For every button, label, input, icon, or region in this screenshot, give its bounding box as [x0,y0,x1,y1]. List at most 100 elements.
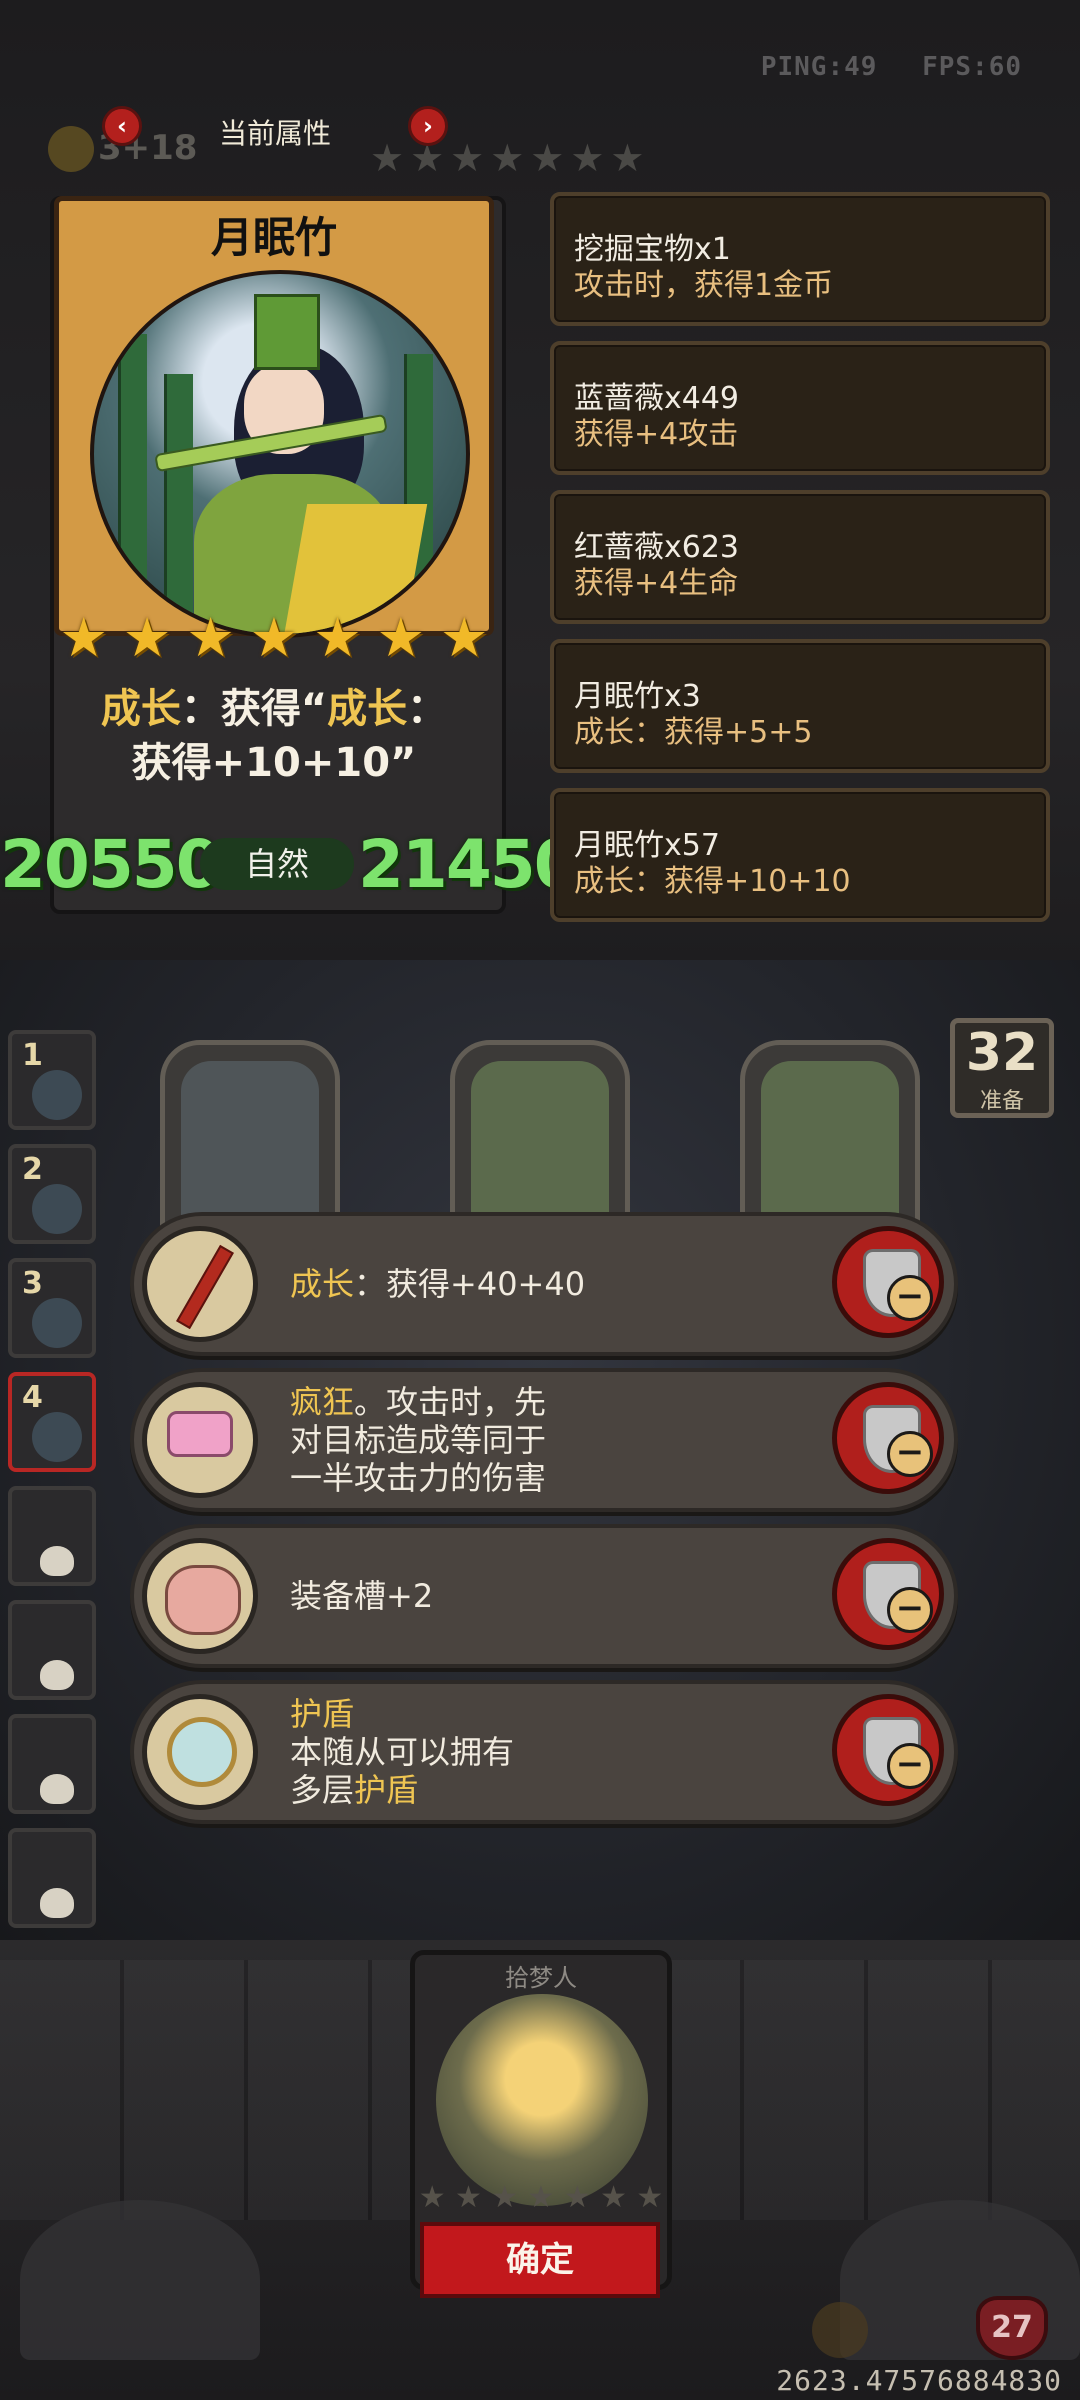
star-icon: ★ [122,606,172,669]
equipment-text: 疯狂。攻击时，先 对目标造成等同于 一半攻击力的伤害 [290,1372,546,1508]
buff-effect: 成长：获得+5+5 [574,715,813,750]
hero-description: 成长：获得“成长： 获得+10+10” [60,682,488,790]
equipment-desc: 装备槽+2 [290,1577,434,1615]
lives-heart: 27 [976,2296,1048,2360]
buff-effect: 成长：获得+10+10 [574,864,851,899]
attack-value: 20550 [0,826,222,903]
equipment-keyword: 疯狂 [290,1383,355,1421]
buff-effect: 攻击时，获得1金币 [574,268,834,303]
slot-number: 2 [22,1152,43,1187]
bamboo-stalk [118,334,147,634]
team-slot-3[interactable]: 3 [8,1258,96,1358]
desc-text: ：获得“ [180,686,328,732]
hero-star-rating: ★ ★ ★ ★ ★ ★ ★ [52,606,496,669]
equipment-row-shield[interactable]: 护盾 本随从可以拥有 多层护盾 − [130,1680,958,1824]
equipment-desc: 对目标造成等同于 [290,1421,547,1459]
deck-card-art [471,1061,609,1219]
buff-card[interactable]: 红蔷薇x623 获得+4生命 [550,490,1050,624]
hero-portrait [90,270,470,638]
buff-effect: 获得+4生命 [574,566,739,601]
buff-card[interactable]: 月眠竹x3 成长：获得+5+5 [550,639,1050,773]
deck-card[interactable] [160,1040,340,1240]
star-icon: ★ [186,606,235,669]
selected-unit-stars: ★ ★ ★ ★ ★ ★ ★ [418,2180,664,2215]
star-icon: ★ [376,606,426,669]
deck-count-label: 准备 [979,1089,1024,1114]
empty-slot[interactable] [8,1486,96,1586]
remove-equipment-button[interactable]: − [832,1538,944,1650]
slot-portrait [32,1412,82,1462]
hammer-icon [142,1382,258,1498]
deck-card-art [181,1061,319,1219]
skull-icon [40,1546,74,1576]
next-page-button[interactable]: › [408,106,448,146]
sword-icon[interactable] [812,2302,868,2358]
star-icon: ★ [440,606,489,669]
deck-count-number: 32 [965,1023,1039,1083]
hero-name: 月眠竹 [210,213,337,262]
slot-portrait [32,1298,82,1348]
remove-equipment-button[interactable]: − [832,1382,944,1494]
deck-card[interactable] [450,1040,630,1240]
equipment-keyword: 成长 [290,1265,355,1303]
empty-slot[interactable] [8,1714,96,1814]
slot-number: 3 [22,1266,43,1301]
star-icon: ★ [313,606,362,669]
equipment-desc: 本随从可以拥有 [290,1733,515,1771]
equipment-text: 装备槽+2 [290,1528,433,1664]
equipment-row-growth[interactable]: 成长：获得+40+40 − [130,1212,958,1356]
hero-hat [254,294,320,370]
empty-slot[interactable] [8,1828,96,1928]
equipment-keyword: 护盾 [354,1771,419,1809]
minus-icon: − [887,1275,933,1321]
hud-stats: PING:49 FPS:60 [733,52,1022,82]
equipment-desc: ：获得+40+40 [354,1265,586,1303]
slot-portrait [32,1184,82,1234]
panel-title: 当前属性 [218,117,331,150]
remove-equipment-button[interactable]: − [832,1226,944,1338]
deck-card[interactable] [740,1040,920,1240]
buff-card[interactable]: 蓝蔷薇x449 获得+4攻击 [550,341,1050,475]
team-slot-1[interactable]: 1 [8,1030,96,1130]
confirm-button[interactable]: 确定 [420,2222,660,2298]
coin-icon [48,126,94,172]
ping-text: PING:49 [760,52,878,82]
coordinate-readout: 2623.47576884830 [776,2364,1062,2397]
star-icon: ★ [249,606,299,669]
equipment-text: 护盾 本随从可以拥有 多层护盾 [290,1684,514,1820]
minus-icon: − [887,1743,933,1789]
selected-unit-name: 拾梦人 [505,1964,577,1992]
deck-card-art [761,1061,899,1219]
pig-icon [142,1538,258,1654]
equipment-text: 成长：获得+40+40 [290,1216,585,1352]
buff-card[interactable]: 月眠竹x57 成长：获得+10+10 [550,788,1050,922]
minus-icon: − [887,1587,933,1633]
remove-equipment-button[interactable]: − [832,1694,944,1806]
desc-text: ： [407,686,448,732]
deck-counter: 32 准备 [950,1018,1054,1118]
slot-portrait [32,1070,82,1120]
buff-card[interactable]: 挖掘宝物x1 攻击时，获得1金币 [550,192,1050,326]
team-slot-4[interactable]: 4 [8,1372,96,1472]
skull-icon [40,1774,74,1804]
fps-text: FPS:60 [922,52,1022,82]
top-stars: ★★★★★★★ [370,136,651,180]
bamboo-stalk [164,374,193,634]
prev-page-button[interactable]: ‹ [102,106,142,146]
desc-keyword: 成长 [100,686,181,732]
element-badge: 自然 [200,838,354,890]
equipment-desc: 一半攻击力的伤害 [290,1459,547,1497]
equipment-desc: 多层 [290,1771,355,1809]
star-icon: ★ [59,606,108,669]
buff-effect: 获得+4攻击 [574,417,739,452]
staff-icon [142,1226,258,1342]
left-pedestal[interactable] [20,2200,260,2360]
equipment-row-frenzy[interactable]: 疯狂。攻击时，先 对目标造成等同于 一半攻击力的伤害 − [130,1368,958,1512]
equipment-row-slots[interactable]: 装备槽+2 − [130,1524,958,1668]
empty-slot[interactable] [8,1600,96,1700]
equipment-desc: 。攻击时，先 [354,1383,547,1421]
slot-number: 1 [22,1038,43,1073]
desc-keyword-inner: 成长 [327,686,408,732]
minus-icon: − [887,1431,933,1477]
team-slot-2[interactable]: 2 [8,1144,96,1244]
